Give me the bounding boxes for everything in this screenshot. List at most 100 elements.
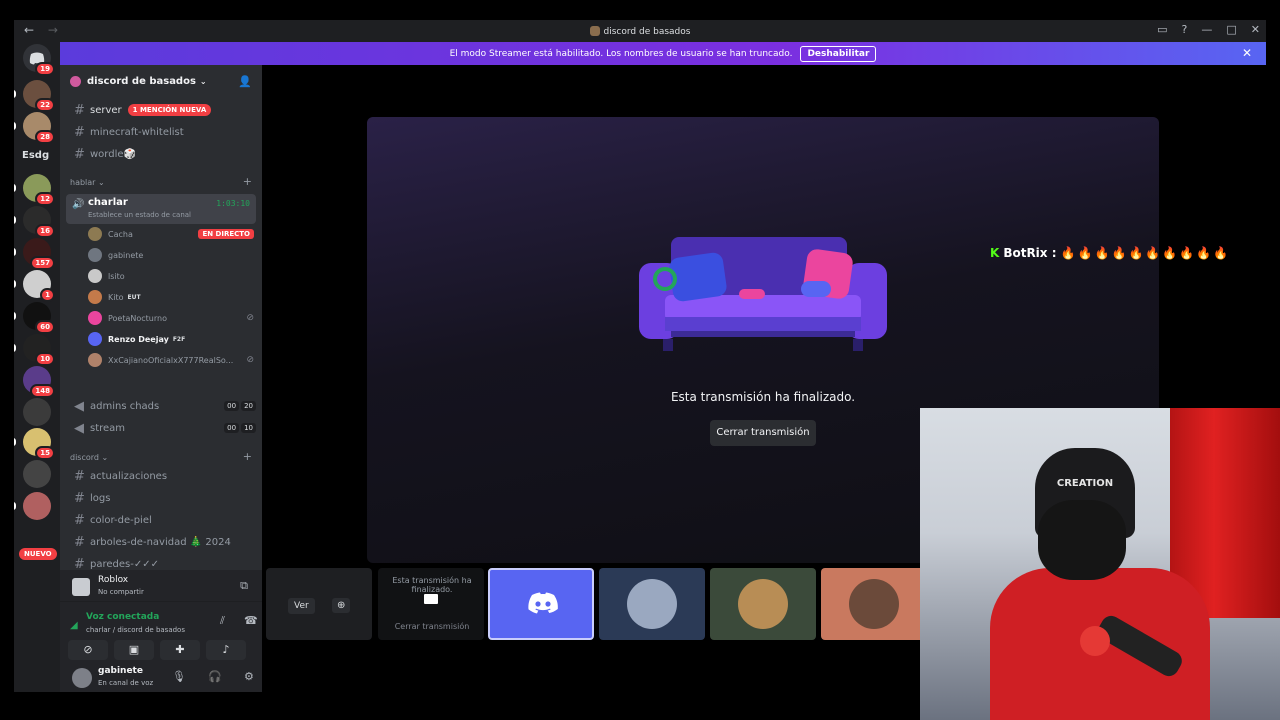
channel-status[interactable]: Establece un estado de canal [88, 211, 191, 219]
soundboard-icon[interactable]: ♪ [206, 640, 246, 660]
voice-user[interactable]: Kito EUT [88, 288, 254, 306]
voice-user[interactable]: XxCajianoOficialxX777RealSo... ⊘ [88, 351, 254, 369]
server-rail: 19 22 28 Esdg 12 16 157 1 60 10 148 15 N… [14, 42, 60, 692]
tile-close-stream[interactable]: Cerrar transmisión [386, 622, 478, 631]
minimize-icon[interactable]: — [1201, 23, 1212, 36]
voice-user[interactable]: PoetaNocturno ⊘ [88, 309, 254, 327]
discord-logo-icon [528, 592, 558, 614]
close-stream-button[interactable]: Cerrar transmisión [710, 420, 816, 446]
stream-ended-text: Esta transmisión ha finalizado. [670, 390, 856, 404]
server-icon[interactable]: 28 [23, 112, 55, 144]
close-banner-icon[interactable]: ✕ [1242, 46, 1252, 60]
ended-stream-tile[interactable]: Esta transmisión ha finalizado. Cerrar t… [378, 568, 484, 640]
server-icon[interactable] [23, 492, 51, 520]
user-panel: gabinete En canal de voz 🎙 🎧 ⚙ [60, 662, 262, 692]
window-title: discord de basados [14, 26, 1266, 37]
voice-connection-panel: ◢ Voz conectada charlar / discord de bas… [60, 602, 262, 662]
headphones-icon[interactable]: 🎧 [208, 670, 222, 683]
category-hablar[interactable]: hablar ⌄ [70, 178, 105, 187]
server-header[interactable]: discord de basados ⌄ 👤 [60, 65, 262, 97]
channel-minecraft-whitelist[interactable]: # minecraft-whitelist [68, 122, 256, 142]
voice-location[interactable]: charlar / discord de basados [86, 626, 185, 634]
participant-tile[interactable] [488, 568, 594, 640]
voice-channel-stream[interactable]: ◀ stream 00 10 [68, 418, 256, 438]
channel-color-de-piel[interactable]: # color-de-piel [68, 510, 256, 530]
avatar [88, 227, 102, 241]
voice-status: Voz conectada [86, 612, 160, 622]
server-icon[interactable]: 22 [23, 80, 55, 112]
window-controls: ▭ ? — □ ✕ [1157, 23, 1260, 36]
server-icon [70, 75, 81, 87]
channel-server[interactable]: # server 1 MENCIÓN NUEVA [68, 100, 256, 120]
hash-icon: # [74, 468, 85, 484]
voice-user[interactable]: gabinete [88, 246, 254, 264]
help-icon[interactable]: ? [1182, 23, 1188, 36]
new-badge: NUEVO [19, 548, 57, 560]
activity-subtitle: No compartir [98, 588, 144, 596]
server-icon[interactable]: 1 [23, 270, 55, 302]
mention-badge: 1 MENCIÓN NUEVA [127, 104, 212, 116]
tile-ended-text: Esta transmisión ha finalizado. [392, 576, 472, 594]
close-window-icon[interactable]: ✕ [1251, 23, 1260, 36]
share-screen-icon[interactable]: ▣ [114, 640, 154, 660]
inbox-icon[interactable]: ▭ [1157, 23, 1167, 36]
channel-logs[interactable]: # logs [68, 488, 256, 508]
noise-suppression-icon[interactable]: ⫽ [220, 614, 225, 628]
webcam-overlay: CREATION [920, 408, 1280, 720]
participant-tile[interactable] [599, 568, 705, 640]
server-icon[interactable]: 60 [23, 302, 55, 334]
screen-share-icon[interactable]: ⧉ [240, 579, 248, 593]
voice-channel-charlar[interactable]: 🔊 charlar Establece un estado de canal 1… [66, 194, 256, 224]
monitor-icon [424, 594, 438, 604]
server-icon[interactable]: 15 [23, 428, 55, 460]
camera-off-icon[interactable]: ⊘ [68, 640, 108, 660]
server-icon[interactable]: 10 [23, 334, 55, 366]
server-icon[interactable] [23, 460, 51, 488]
avatar [88, 311, 102, 325]
avatar [88, 353, 102, 367]
participant-tile[interactable] [821, 568, 927, 640]
avatar[interactable] [72, 668, 92, 688]
participant-tile[interactable] [710, 568, 816, 640]
voice-user[interactable]: lsito [88, 267, 254, 285]
call-timer: 1:03:10 [216, 199, 250, 208]
direct-messages-icon[interactable]: 19 [23, 44, 55, 76]
channel-arboles-de-navidad[interactable]: # arboles-de-navidad 🎄 2024 [68, 532, 256, 552]
user-status: En canal de voz [98, 679, 154, 687]
avatar [88, 248, 102, 262]
channel-actualizaciones[interactable]: # actualizaciones [68, 466, 256, 486]
username: gabinete [98, 666, 143, 676]
server-text-icon[interactable]: Esdg [22, 150, 49, 161]
server-icon[interactable]: 12 [23, 174, 55, 206]
add-channel-icon[interactable]: + [243, 450, 252, 463]
avatar [88, 269, 102, 283]
server-mini-icon [589, 26, 600, 36]
server-icon[interactable] [23, 398, 51, 426]
settings-gear-icon[interactable]: ⚙ [244, 670, 254, 683]
server-icon[interactable]: 16 [23, 206, 55, 238]
add-channel-icon[interactable]: + [243, 175, 252, 188]
channel-wordle[interactable]: # wordle🎲 [68, 144, 256, 164]
activities-icon[interactable]: ✚ [160, 640, 200, 660]
signal-icon[interactable]: ◢ [70, 620, 78, 631]
streamer-head [1038, 500, 1126, 580]
voice-channel-admins-chads[interactable]: ◀ admins chads 00 20 [68, 396, 256, 416]
voice-actions: ⊘ ▣ ✚ ♪ [68, 640, 246, 660]
chevron-down-icon: ⌄ [199, 76, 207, 86]
hash-icon: # [74, 124, 85, 140]
voice-user[interactable]: Cacha EN DIRECTO [88, 225, 254, 243]
disconnect-icon[interactable]: ☎ [244, 614, 258, 627]
server-name: discord de basados [87, 75, 196, 87]
microphone-icon[interactable]: 🎙 [172, 670, 186, 683]
voice-user[interactable]: Renzo Deejay F2F [88, 330, 254, 348]
category-discord[interactable]: discord ⌄ [70, 453, 108, 462]
server-icon[interactable]: 148 [23, 366, 55, 398]
banner-text: El modo Streamer está habilitado. Los no… [449, 48, 793, 59]
disable-streamer-button[interactable]: Deshabilitar [800, 45, 877, 62]
zoom-icon[interactable]: ⊕ [332, 598, 351, 613]
flame-emojis: 🔥🔥🔥🔥🔥🔥🔥🔥🔥🔥 [1060, 246, 1231, 260]
server-icon[interactable]: 157 [23, 238, 55, 270]
view-button[interactable]: Ver [288, 598, 315, 614]
maximize-icon[interactable]: □ [1226, 23, 1236, 36]
invite-user-icon[interactable]: 👤 [238, 75, 252, 88]
